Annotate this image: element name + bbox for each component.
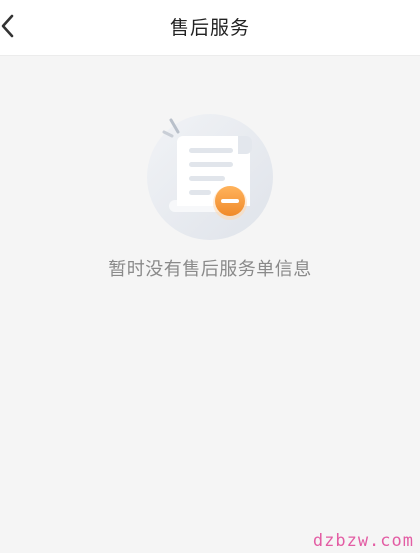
top-navigation-bar: 售后服务 <box>0 0 420 56</box>
watermark: dzbzw.com <box>312 531 414 551</box>
empty-document-minus-icon <box>147 114 273 240</box>
page-title: 售后服务 <box>169 17 250 39</box>
empty-state-message: 暂时没有售后服务单信息 <box>108 259 312 280</box>
